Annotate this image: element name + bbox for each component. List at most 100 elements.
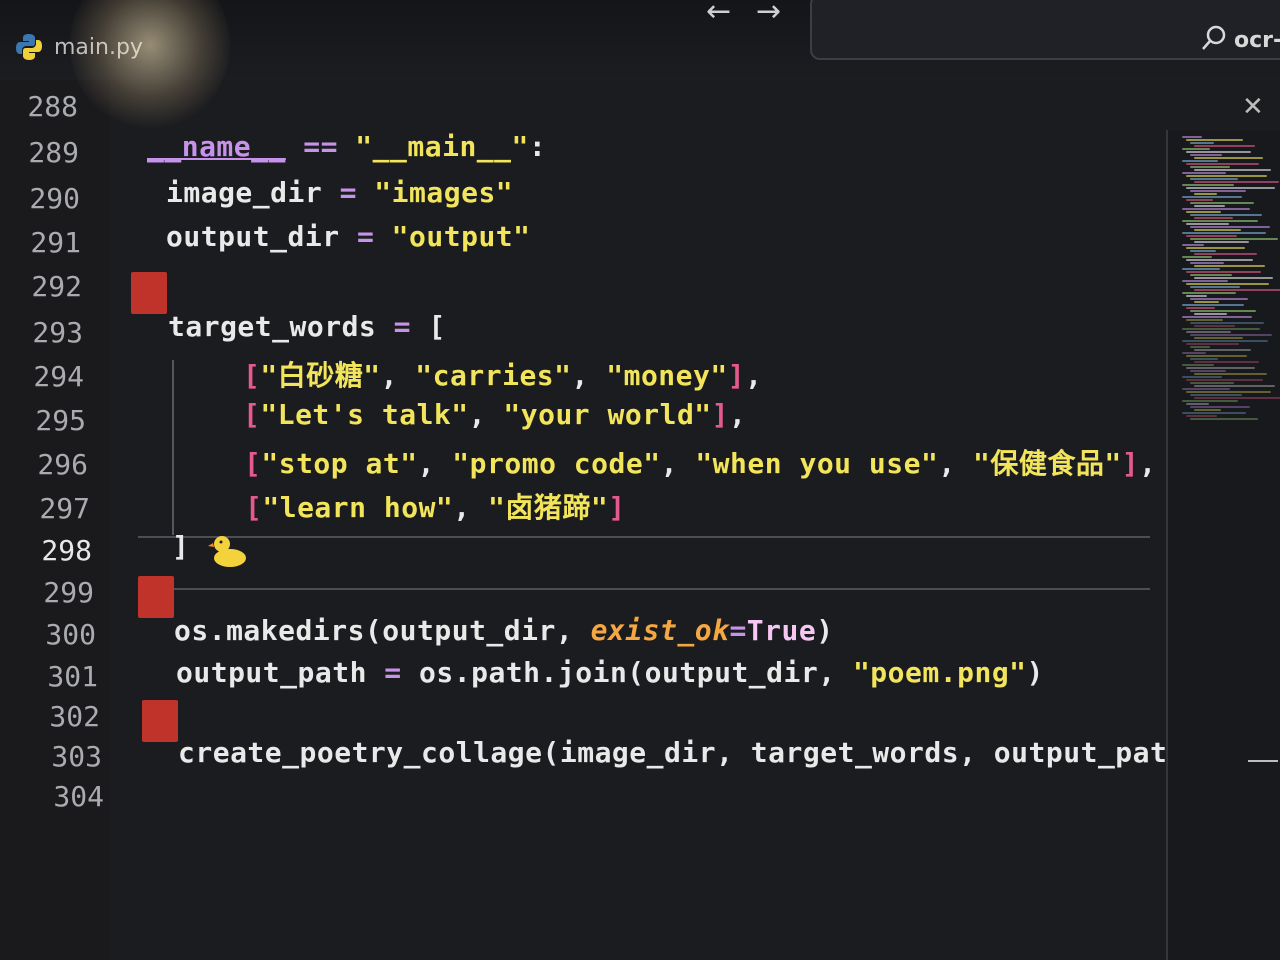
code-token: =	[384, 656, 402, 689]
code-line[interactable]: ["Let's talk", "your world"],	[243, 398, 746, 431]
code-line[interactable]: output_path = os.path.join(output_dir, "…	[176, 656, 1044, 689]
minimap-row	[1182, 136, 1202, 138]
breakpoint-marker[interactable]	[142, 700, 178, 742]
minimap-row	[1190, 238, 1278, 240]
minimap-row	[1182, 160, 1218, 162]
minimap-row	[1182, 256, 1212, 258]
code-token: target_words	[168, 310, 394, 343]
minimap-row	[1182, 340, 1268, 342]
minimap-row	[1186, 319, 1223, 321]
code-token: :	[528, 130, 547, 163]
minimap-row	[1186, 163, 1259, 165]
code-line[interactable]: create_poetry_collage(image_dir, target_…	[178, 736, 1202, 769]
minimap-row	[1190, 154, 1222, 156]
line-number: 304	[53, 780, 104, 813]
minimap-row	[1186, 199, 1213, 201]
minimap-row	[1190, 394, 1242, 396]
minimap-row	[1194, 217, 1233, 219]
indent-guide	[172, 360, 174, 535]
code-token: ,	[729, 398, 747, 431]
code-token: __name__	[147, 130, 286, 163]
minimap-row	[1194, 145, 1255, 147]
code-token: ,	[938, 447, 974, 480]
minimap-row	[1186, 211, 1221, 213]
code-line[interactable]: image_dir = "images"	[166, 176, 513, 209]
minimap-row	[1186, 235, 1237, 237]
code-token: "白砂糖"	[260, 359, 381, 392]
code-token: =	[339, 176, 357, 209]
breakpoint-marker[interactable]	[131, 272, 167, 314]
code-token: [	[245, 491, 263, 524]
minimap-row	[1194, 385, 1275, 387]
minimap-row	[1182, 328, 1260, 330]
minimap-row	[1182, 148, 1210, 150]
tab-label: main.py	[54, 34, 143, 60]
scrollbar-marker[interactable]	[1248, 760, 1278, 762]
minimap-row	[1182, 316, 1252, 318]
minimap-row	[1182, 244, 1204, 246]
code-token: =	[729, 614, 747, 647]
line-number: 298	[41, 534, 92, 567]
minimap-row	[1190, 322, 1264, 324]
code-token: output_dir	[166, 220, 357, 253]
minimap-row	[1182, 232, 1266, 234]
code-editor[interactable]	[0, 80, 1280, 960]
code-token: ,	[660, 447, 696, 480]
code-token: ]	[727, 359, 746, 392]
minimap-row	[1186, 379, 1263, 381]
minimap-row	[1190, 190, 1246, 192]
arrow-right-icon[interactable]: →	[756, 0, 781, 27]
code-line[interactable]: ["stop at", "promo code", "when you use"…	[244, 442, 1156, 482]
code-line[interactable]: __name__ == "__main__":	[147, 130, 546, 163]
code-token: ,	[380, 359, 416, 392]
tab-main-py[interactable]: main.py	[14, 30, 143, 64]
code-token: ,	[417, 447, 453, 480]
code-token: )	[1026, 656, 1044, 689]
code-token: "images"	[374, 176, 514, 209]
minimap-row	[1190, 346, 1210, 348]
minimap[interactable]	[1166, 130, 1280, 960]
minimap-row	[1194, 337, 1243, 339]
line-number: 302	[49, 700, 100, 733]
breakpoint-marker[interactable]	[138, 576, 174, 618]
minimap-row	[1190, 274, 1232, 276]
code-line[interactable]: ["白砂糖", "carries", "money"],	[243, 354, 762, 394]
minimap-row	[1182, 172, 1226, 174]
minimap-row	[1190, 250, 1216, 252]
minimap-row	[1182, 412, 1246, 414]
minimap-row	[1186, 295, 1207, 297]
code-token: ,	[453, 491, 489, 524]
minimap-row	[1194, 229, 1241, 231]
search-text: ocr-v	[1234, 28, 1280, 53]
code-token: "Let's talk"	[260, 398, 469, 431]
close-icon[interactable]: ✕	[1242, 92, 1264, 122]
minimap-row	[1186, 151, 1251, 153]
minimap-row	[1186, 391, 1271, 393]
minimap-row	[1186, 343, 1239, 345]
code-token: output_path	[176, 656, 385, 689]
code-line[interactable]: ["learn how", "卤猪蹄"]	[245, 486, 626, 526]
code-token: "your world"	[503, 398, 712, 431]
code-token: exist_ok	[590, 614, 730, 647]
minimap-row	[1190, 214, 1262, 216]
code-token: ,	[745, 359, 763, 392]
minimap-row	[1194, 313, 1227, 315]
minimap-row	[1182, 280, 1228, 282]
code-token: "learn how"	[262, 491, 454, 524]
minimap-row	[1194, 169, 1271, 171]
arrow-left-icon[interactable]: ←	[706, 0, 731, 27]
minimap-row	[1186, 187, 1275, 189]
code-line[interactable]: output_dir = "output"	[166, 220, 531, 253]
line-number: 303	[51, 740, 102, 773]
code-line[interactable]: target_words = [	[168, 310, 446, 343]
code-token: [	[244, 447, 262, 480]
line-number: 296	[37, 448, 88, 481]
minimap-row	[1186, 139, 1243, 141]
minimap-row	[1190, 370, 1226, 372]
code-line[interactable]: os.makedirs(output_dir, exist_ok=True)	[174, 614, 834, 647]
code-line[interactable]: ]	[172, 530, 189, 563]
minimap-row	[1194, 349, 1251, 351]
code-token: create_poetry_collage(image_dir, target_…	[178, 736, 1203, 769]
minimap-row	[1182, 400, 1238, 402]
